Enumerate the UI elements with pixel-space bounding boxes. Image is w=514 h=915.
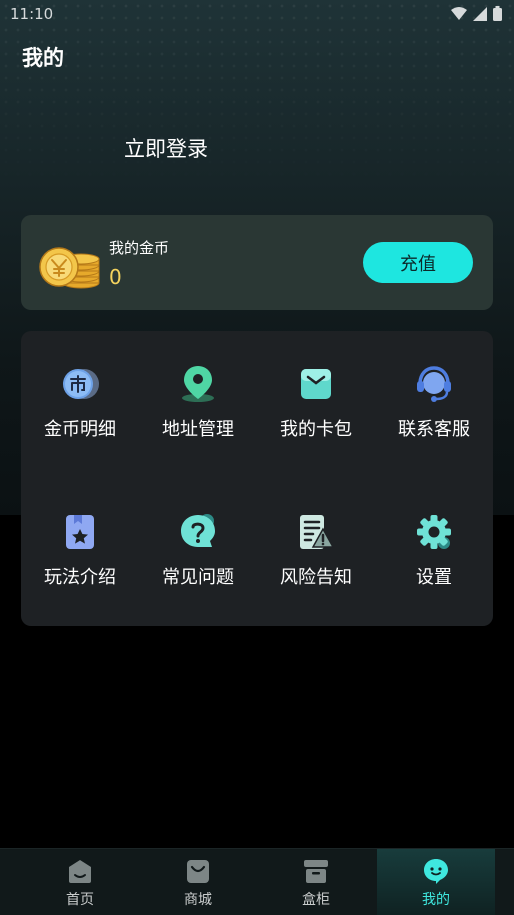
gear-icon <box>417 515 451 549</box>
status-bar: 11:10 <box>0 0 514 30</box>
menu-item-faq[interactable]: 常见问题 <box>139 512 257 612</box>
page-title: 我的 <box>22 46 64 70</box>
coin-label: 我的金币 <box>109 239 170 257</box>
coin-balance-value: 0 <box>109 265 122 289</box>
wifi-icon <box>451 6 467 20</box>
menu-label: 联系客服 <box>398 419 470 440</box>
menu-label: 常见问题 <box>162 567 234 588</box>
status-time: 11:10 <box>10 5 54 23</box>
warning-document-icon <box>300 515 335 549</box>
tab-mine[interactable]: 我的 <box>377 849 495 915</box>
menu-item-card-wallet[interactable]: 我的卡包 <box>257 364 375 464</box>
menu-label: 我的卡包 <box>280 419 352 440</box>
tab-box-cabinet[interactable]: 盒柜 <box>257 849 375 915</box>
profile-face-icon <box>424 859 448 884</box>
home-icon <box>69 860 91 883</box>
status-icons <box>451 6 502 21</box>
dot-pattern-decoration <box>0 0 514 200</box>
tab-label: 盒柜 <box>302 892 330 908</box>
signal-icon <box>473 6 487 21</box>
menu-label: 金币明细 <box>44 419 116 440</box>
coin-balance-card: 我的金币 0 充值 <box>21 215 493 310</box>
cabinet-box-icon <box>304 860 328 883</box>
tab-label: 我的 <box>422 892 450 908</box>
menu-item-how-to-play[interactable]: 玩法介绍 <box>21 512 139 612</box>
location-pin-icon <box>182 366 214 402</box>
question-bubble-icon <box>181 514 215 547</box>
service-menu-card: 金币明细 地址管理 我的卡包 联系客服 玩法介绍 常见问题 风险告知 设置 <box>21 331 493 626</box>
gold-coins-icon <box>39 247 100 289</box>
menu-label: 地址管理 <box>162 419 234 440</box>
wallet-icon <box>301 369 331 399</box>
coin-detail-icon <box>63 369 99 399</box>
menu-item-settings[interactable]: 设置 <box>375 512 493 612</box>
headset-icon <box>417 366 451 402</box>
tab-label: 首页 <box>66 892 94 908</box>
battery-icon <box>493 6 502 21</box>
tab-label: 商城 <box>184 892 212 908</box>
menu-item-coin-detail[interactable]: 金币明细 <box>21 364 139 464</box>
star-bookmark-icon <box>66 515 94 549</box>
menu-label: 风险告知 <box>280 567 352 588</box>
bottom-tab-bar: 首页 商城 盒柜 我的 <box>0 848 514 915</box>
recharge-button[interactable]: 充值 <box>363 242 473 283</box>
tab-mall[interactable]: 商城 <box>139 849 257 915</box>
menu-label: 玩法介绍 <box>44 567 116 588</box>
menu-item-risk-notice[interactable]: 风险告知 <box>257 512 375 612</box>
menu-item-address[interactable]: 地址管理 <box>139 364 257 464</box>
tab-home[interactable]: 首页 <box>21 849 139 915</box>
login-link[interactable]: 立即登录 <box>124 133 208 163</box>
shopping-bag-icon <box>187 860 209 883</box>
menu-label: 设置 <box>416 567 452 588</box>
menu-item-customer-service[interactable]: 联系客服 <box>375 364 493 464</box>
